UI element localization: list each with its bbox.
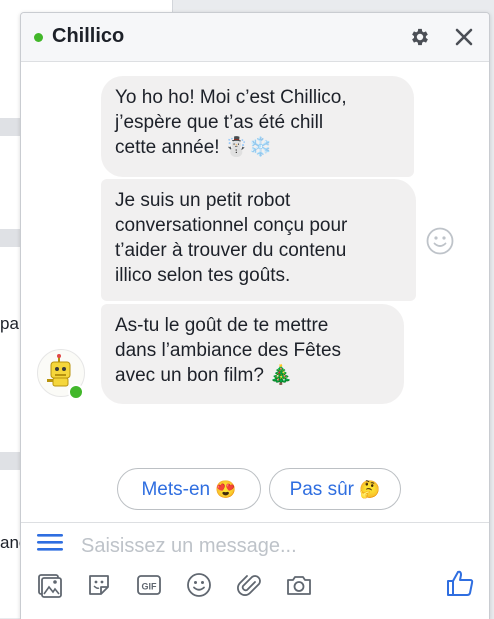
svg-text:GIF: GIF xyxy=(142,582,158,592)
quick-reply-button[interactable]: Mets-en 😍 xyxy=(117,468,261,510)
background-text: ane xyxy=(0,533,20,552)
quick-reply-button[interactable]: Pas sûr 🤔 xyxy=(269,468,401,510)
camera-icon[interactable] xyxy=(285,571,313,599)
react-emoji-icon[interactable] xyxy=(425,226,455,256)
avatar-online-dot xyxy=(68,384,84,400)
message-bubble: As-tu le goût de te mettre dans l’ambian… xyxy=(101,304,404,404)
menu-icon[interactable] xyxy=(36,531,64,553)
background-divider xyxy=(0,452,22,470)
message-bubble: Je suis un petit robot conversationnel c… xyxy=(101,179,416,301)
background-column xyxy=(0,0,22,618)
background-divider xyxy=(0,229,22,247)
background-divider xyxy=(0,118,22,136)
sticker-icon[interactable] xyxy=(85,571,113,599)
online-status-dot xyxy=(34,33,43,42)
chat-window: Chillico Yo ho ho! Moi c’est Chillico, j… xyxy=(20,12,490,619)
like-icon[interactable] xyxy=(445,568,475,598)
background-text: pa xyxy=(0,314,19,333)
gear-icon[interactable] xyxy=(409,26,431,48)
composer-divider xyxy=(21,522,489,523)
quick-reply-label: Pas sûr xyxy=(289,479,354,500)
image-icon[interactable] xyxy=(35,571,63,599)
heart-eyes-emoji: 😍 xyxy=(215,480,237,499)
gif-icon[interactable]: GIF xyxy=(135,571,163,599)
close-icon[interactable] xyxy=(453,26,475,48)
chat-header[interactable]: Chillico xyxy=(21,13,489,62)
message-bubble: Yo ho ho! Moi c’est Chillico, j’espère q… xyxy=(101,76,414,177)
quick-reply-label: Mets-en xyxy=(141,479,211,500)
message-input[interactable] xyxy=(79,527,473,565)
thinking-emoji: 🤔 xyxy=(359,480,381,499)
chat-title[interactable]: Chillico xyxy=(52,25,124,48)
attachment-icon[interactable] xyxy=(235,571,263,599)
emoji-icon[interactable] xyxy=(185,571,213,599)
